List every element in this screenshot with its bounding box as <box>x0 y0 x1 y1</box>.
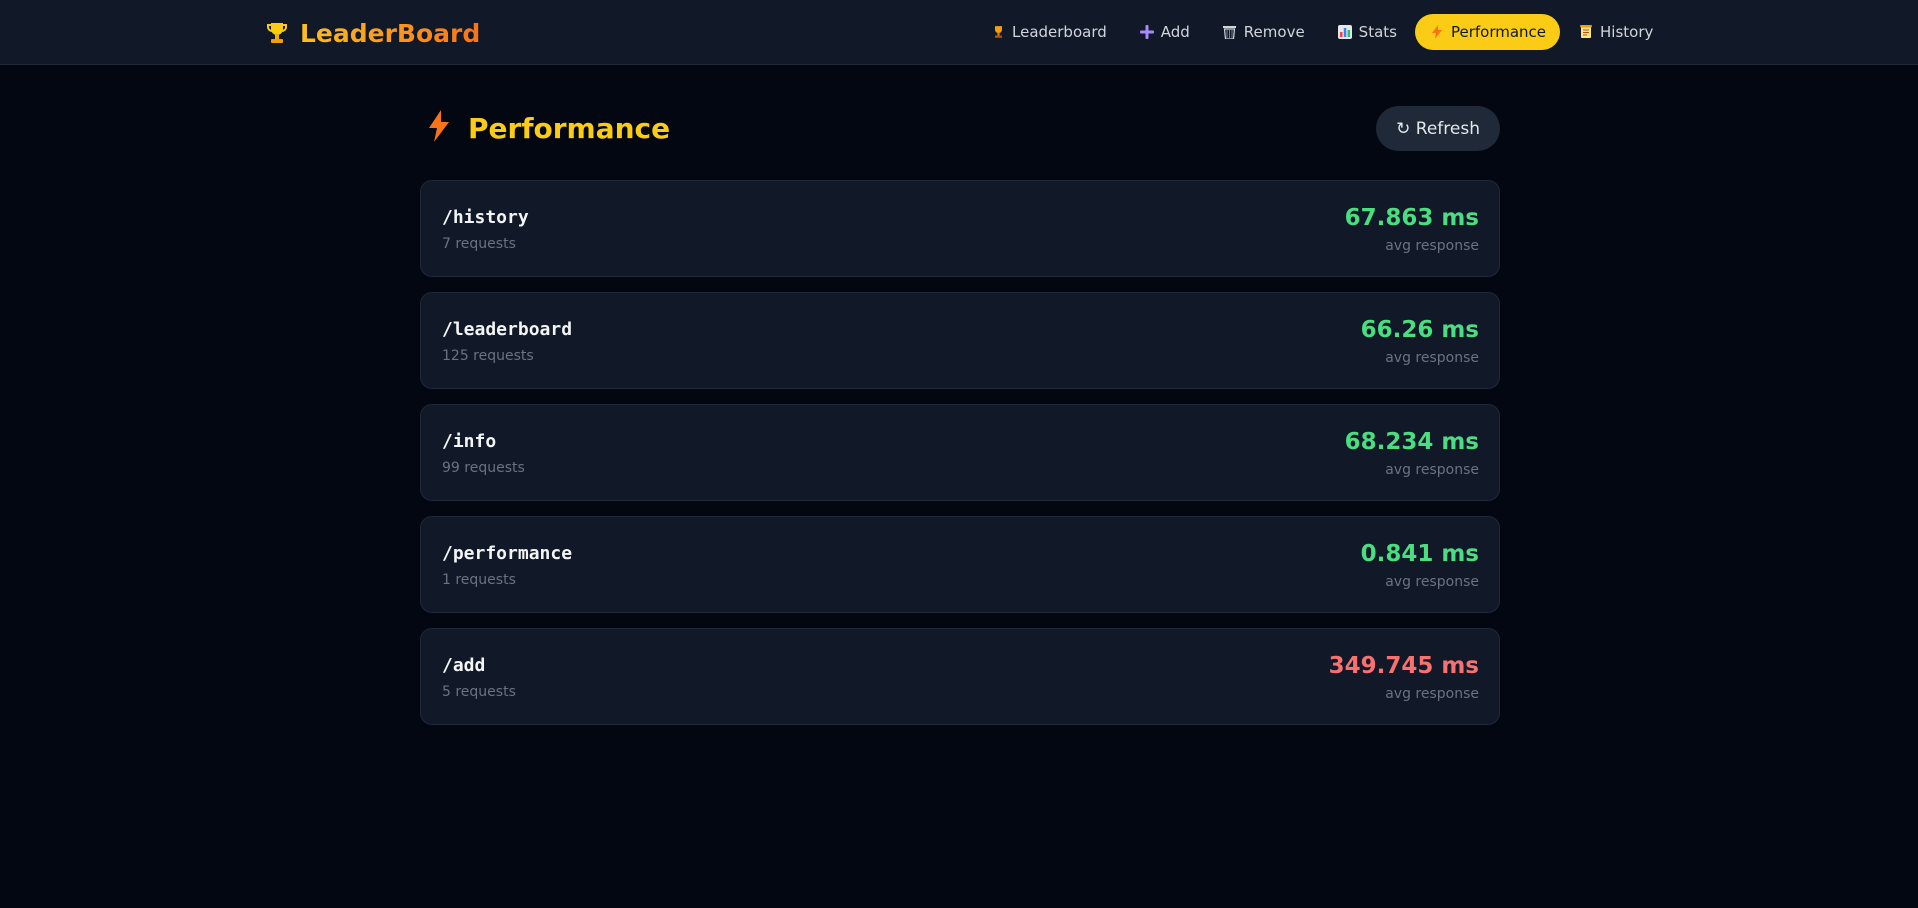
request-count: 5 requests <box>442 684 516 700</box>
trophy-icon <box>266 20 288 46</box>
avg-response-label: avg response <box>1385 462 1479 478</box>
page-title: Performance <box>428 110 670 146</box>
scroll-icon <box>1578 25 1594 39</box>
endpoint-path: /add <box>442 655 486 676</box>
endpoint-card: /history 7 requests 67.863 ms avg respon… <box>420 180 1500 277</box>
endpoint-path: /info <box>442 431 497 452</box>
request-count: 1 requests <box>442 572 516 588</box>
endpoint-path: /performance <box>442 543 573 564</box>
avg-response-value: 349.745 ms <box>1328 653 1479 679</box>
avg-response-label: avg response <box>1385 238 1479 254</box>
request-count: 7 requests <box>442 236 516 252</box>
avg-response-value: 67.863 ms <box>1344 205 1479 231</box>
avg-response-label: avg response <box>1385 350 1479 366</box>
nav-label: Stats <box>1358 23 1397 41</box>
avg-response-label: avg response <box>1385 574 1479 590</box>
nav-label: Add <box>1160 23 1190 41</box>
brand[interactable]: LeaderBoard <box>266 17 480 49</box>
page-header: Performance ↻ Refresh <box>420 100 1500 158</box>
nav-history[interactable]: History <box>1564 14 1667 50</box>
lightning-icon <box>1429 25 1445 39</box>
nav-label: Performance <box>1450 23 1547 41</box>
lightning-icon <box>428 110 450 146</box>
endpoint-card: /leaderboard 125 requests 66.26 ms avg r… <box>420 292 1500 389</box>
nav-leaderboard[interactable]: Leaderboard <box>976 14 1121 50</box>
nav-add[interactable]: Add <box>1125 14 1204 50</box>
top-navbar: LeaderBoard Leaderboard Add Remove Stats <box>0 0 1918 65</box>
page-title-text: Performance <box>468 111 671 145</box>
avg-response-label: avg response <box>1385 686 1479 702</box>
performance-page: Performance ↻ Refresh /history 7 request… <box>420 100 1500 740</box>
main-nav: Leaderboard Add Remove Stats Performance <box>976 14 1667 50</box>
refresh-button[interactable]: ↻ Refresh <box>1376 106 1500 151</box>
plus-icon <box>1139 25 1155 39</box>
endpoint-list: /history 7 requests 67.863 ms avg respon… <box>420 180 1500 725</box>
endpoint-card: /performance 1 requests 0.841 ms avg res… <box>420 516 1500 613</box>
request-count: 99 requests <box>442 460 525 476</box>
endpoint-card: /info 99 requests 68.234 ms avg response <box>420 404 1500 501</box>
avg-response-value: 68.234 ms <box>1344 429 1479 455</box>
avg-response-value: 0.841 ms <box>1360 541 1479 567</box>
trash-icon <box>1222 25 1238 39</box>
endpoint-path: /history <box>442 207 529 228</box>
nav-stats[interactable]: Stats <box>1323 14 1411 50</box>
nav-performance[interactable]: Performance <box>1414 14 1561 50</box>
nav-label: Leaderboard <box>1012 23 1107 41</box>
nav-remove[interactable]: Remove <box>1208 14 1319 50</box>
endpoint-path: /leaderboard <box>442 319 573 340</box>
nav-label: Remove <box>1243 23 1305 41</box>
request-count: 125 requests <box>442 348 534 364</box>
brand-name: LeaderBoard <box>300 18 481 48</box>
avg-response-value: 66.26 ms <box>1360 317 1479 343</box>
endpoint-card: /add 5 requests 349.745 ms avg response <box>420 628 1500 725</box>
bar-chart-icon <box>1337 25 1353 39</box>
nav-label: History <box>1600 23 1654 41</box>
trophy-icon <box>990 25 1006 39</box>
